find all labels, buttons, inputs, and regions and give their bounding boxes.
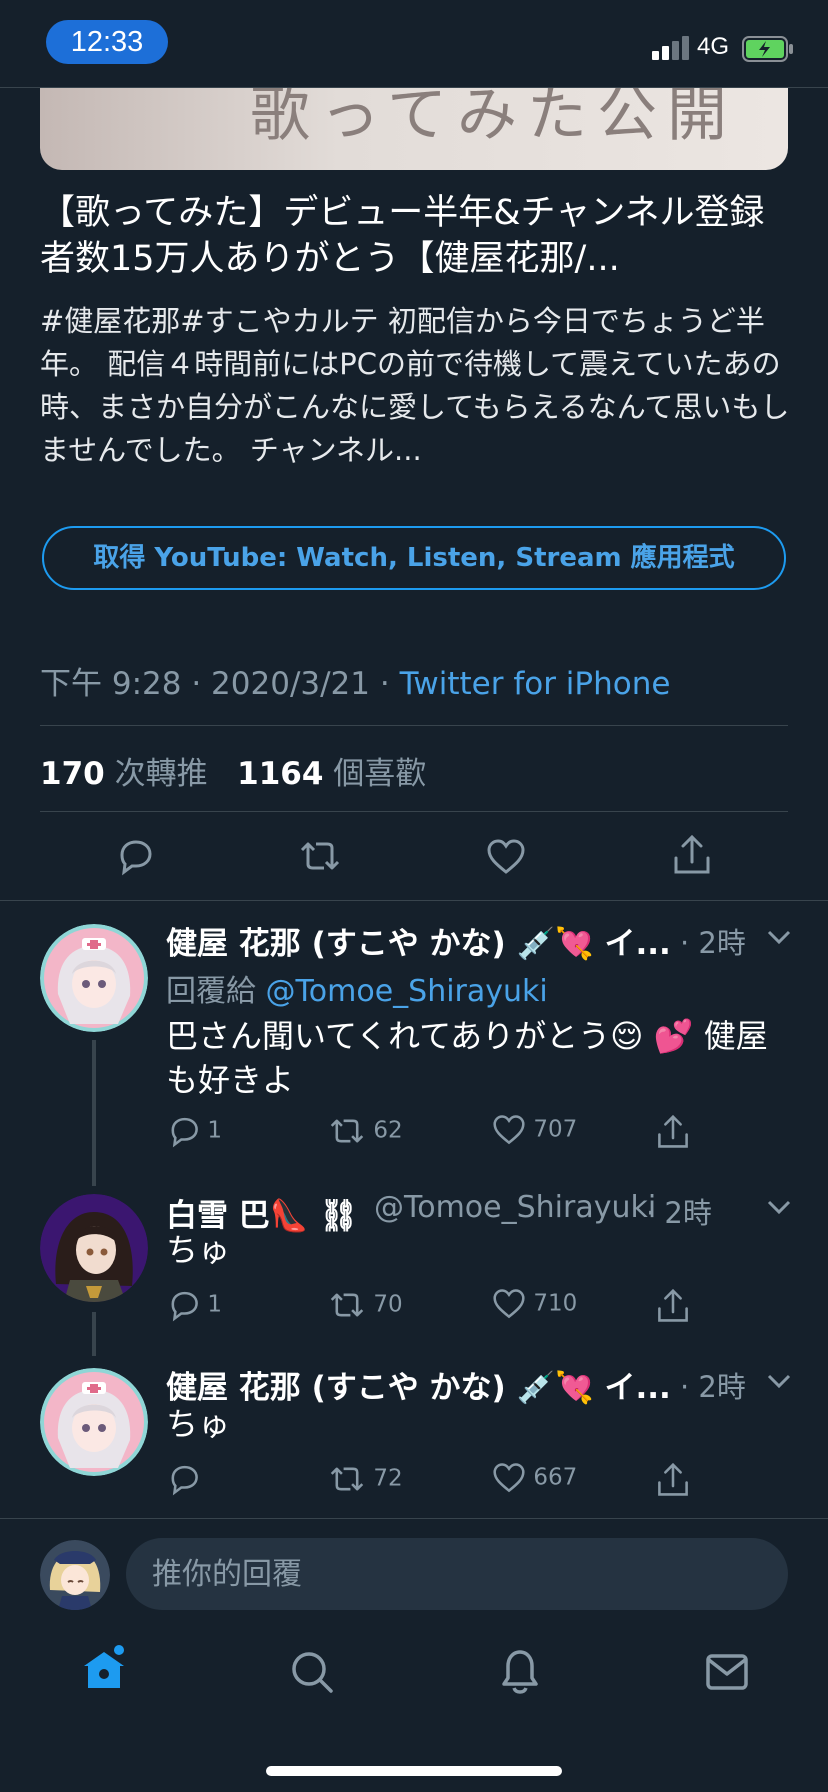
share-icon[interactable] (672, 834, 712, 876)
divider (0, 900, 828, 901)
like-action[interactable]: 667 (492, 1462, 577, 1494)
link-preview-image[interactable]: 歌ってみた公開 (40, 88, 788, 170)
avatar[interactable] (40, 1368, 148, 1476)
like-count: 667 (533, 1464, 578, 1491)
thread-line (92, 1040, 96, 1186)
retweet-count: 70 (373, 1291, 403, 1318)
retweet-icon[interactable] (298, 836, 342, 876)
tweet-stats: 170 次轉推 1164 個喜歡 (40, 748, 426, 793)
like-action[interactable]: 707 (492, 1114, 577, 1146)
retweet-action[interactable]: 62 (328, 1114, 403, 1148)
link-preview-title[interactable]: 【歌ってみた】デビュー半年&チャンネル登録者数15万人ありがとう【健屋花那/..… (40, 190, 790, 282)
meta-separator: · (191, 666, 202, 702)
tweet-source-link[interactable]: Twitter for iPhone (400, 666, 671, 702)
retweet-count: 72 (373, 1465, 403, 1492)
preview-image-caption: 歌ってみた公開 (250, 88, 737, 150)
chevron-down-icon[interactable] (766, 928, 792, 946)
notifications-icon[interactable] (500, 1648, 540, 1694)
share-action[interactable] (656, 1462, 690, 1498)
battery-icon (742, 36, 794, 62)
user-avatar[interactable] (40, 1540, 110, 1610)
link-preview-description[interactable]: #健屋花那#すこやカルテ 初配信から今日でちょうど半年。 配信４時間前にはPCの… (40, 300, 790, 472)
reply-time: · 2時 (646, 1196, 712, 1230)
retweet-count: 62 (373, 1117, 403, 1144)
like-count[interactable]: 1164 (237, 756, 323, 792)
like-count-label[interactable]: 個喜歡 (333, 756, 426, 792)
like-icon[interactable] (486, 838, 526, 876)
messages-icon[interactable] (706, 1654, 748, 1690)
reply-time: · 2時 (680, 1370, 746, 1404)
like-action[interactable]: 710 (492, 1288, 577, 1320)
retweet-action[interactable]: 72 (328, 1462, 403, 1496)
mention-link[interactable]: @Tomoe_Shirayuki (266, 974, 548, 1009)
reply-count: 1 (207, 1291, 222, 1318)
like-count: 707 (533, 1116, 578, 1143)
thread-line (92, 1312, 96, 1356)
reply-action[interactable] (166, 1462, 200, 1496)
retweet-count-label[interactable]: 次轉推 (115, 756, 208, 792)
reply-action[interactable]: 1 (166, 1288, 222, 1322)
signal-icon (652, 36, 692, 60)
share-action[interactable] (656, 1288, 690, 1324)
tweet-date: 2020/3/21 (211, 666, 370, 702)
divider (0, 1518, 828, 1519)
reply-icon[interactable] (114, 836, 154, 876)
home-indicator (266, 1766, 562, 1776)
get-app-button[interactable]: 取得 YouTube: Watch, Listen, Stream 應用程式 (42, 526, 786, 590)
reply-to-label: 回覆給 (166, 974, 256, 1009)
avatar[interactable] (40, 1194, 148, 1302)
reply-input[interactable] (126, 1538, 788, 1610)
avatar[interactable] (40, 924, 148, 1032)
like-count: 710 (533, 1290, 578, 1317)
share-action[interactable] (656, 1114, 690, 1150)
home-icon[interactable] (80, 1644, 128, 1692)
status-time: 12:33 (46, 20, 168, 64)
reply-action[interactable]: 1 (166, 1114, 222, 1148)
retweet-action[interactable]: 70 (328, 1288, 403, 1322)
divider (40, 725, 788, 726)
tweet-timestamp: 下午 9:28 · 2020/3/21 · Twitter for iPhone (40, 658, 670, 703)
chevron-down-icon[interactable] (766, 1372, 792, 1390)
meta-separator: · (379, 666, 390, 702)
reply-text: 巴さん聞いてくれてありがとう😌 💕 健屋も好きよ (166, 1017, 768, 1099)
reply-text: ちゅ (166, 1405, 231, 1443)
search-icon[interactable] (290, 1650, 334, 1694)
reply-author-name[interactable]: 健屋 花那 (すこや かな) 💉💘 イ... (166, 918, 671, 963)
reply-author-handle[interactable]: @Tomoe_Shirayuki (374, 1190, 656, 1225)
reply-count: 1 (207, 1117, 222, 1144)
chevron-down-icon[interactable] (766, 1198, 792, 1216)
reply-text: ちゅ (166, 1231, 231, 1269)
divider (40, 811, 788, 812)
reply-to: 回覆給 @Tomoe_Shirayuki (166, 966, 548, 1010)
reply-time: · 2時 (680, 926, 746, 960)
retweet-count[interactable]: 170 (40, 756, 105, 792)
tweet-time: 下午 9:28 (40, 666, 182, 702)
reply-author-name[interactable]: 健屋 花那 (すこや かな) 💉💘 イ... (166, 1362, 671, 1407)
network-type: 4G (697, 33, 730, 60)
